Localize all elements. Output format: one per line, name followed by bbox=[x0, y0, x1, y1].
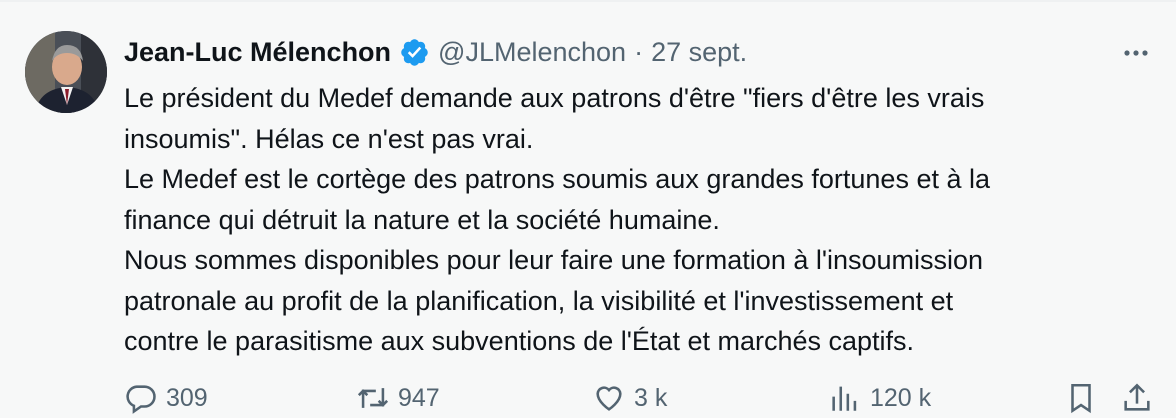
bookmark-icon bbox=[1071, 383, 1091, 414]
reply-button[interactable]: 309 bbox=[124, 378, 208, 418]
reply-icon bbox=[126, 385, 156, 414]
like-count: 3 k bbox=[634, 384, 668, 412]
repost-count: 947 bbox=[398, 384, 440, 412]
verified-badge-icon[interactable] bbox=[399, 37, 430, 68]
views-count: 120 k bbox=[870, 384, 932, 412]
like-icon bbox=[596, 386, 622, 411]
author-name[interactable]: Jean-Luc Mélenchon bbox=[124, 37, 391, 68]
share-icon bbox=[1124, 383, 1150, 411]
like-button[interactable]: 3 k bbox=[592, 378, 667, 418]
tweet-text: Le président du Medef demande aux patron… bbox=[124, 78, 1124, 362]
reply-count: 309 bbox=[166, 384, 208, 412]
avatar[interactable] bbox=[25, 31, 107, 113]
tweet-date[interactable]: 27 sept. bbox=[651, 37, 747, 68]
repost-button[interactable]: 947 bbox=[356, 378, 440, 418]
tweet-text-line: patronale au profit de la planification,… bbox=[124, 285, 954, 316]
views-button[interactable]: 120 k bbox=[828, 378, 931, 418]
author-handle[interactable]: @JLMelenchon bbox=[438, 37, 626, 68]
tweet-text-line: insoumis". Hélas ce n'est pas vrai. bbox=[124, 123, 534, 154]
tweet-text-line: Le président du Medef demande aux patron… bbox=[124, 83, 985, 113]
tweet-text-line: Nous sommes disponibles pour leur faire … bbox=[124, 245, 984, 275]
bookmark-button[interactable] bbox=[1064, 378, 1106, 418]
avatar-image bbox=[25, 31, 107, 113]
tweet-text-line: finance qui détruit la nature et la soci… bbox=[124, 204, 720, 235]
tweet[interactable]: Jean-Luc Mélenchon @JLMelenchon · 27 sep… bbox=[0, 0, 1176, 414]
tweet-actions: 309 947 3 k 120 k bbox=[0, 378, 1176, 418]
tweet-text-line: contre le parasitisme aux subventions de… bbox=[124, 326, 915, 356]
tweet-header: Jean-Luc Mélenchon @JLMelenchon · 27 sep… bbox=[124, 34, 747, 70]
tweet-text-line: Le Medef est le cortège des patrons soum… bbox=[124, 164, 991, 194]
share-button[interactable] bbox=[1120, 378, 1162, 418]
repost-icon bbox=[357, 388, 389, 408]
more-options-icon[interactable] bbox=[1120, 38, 1152, 68]
header-separator: · bbox=[634, 36, 644, 67]
views-icon bbox=[832, 386, 857, 411]
